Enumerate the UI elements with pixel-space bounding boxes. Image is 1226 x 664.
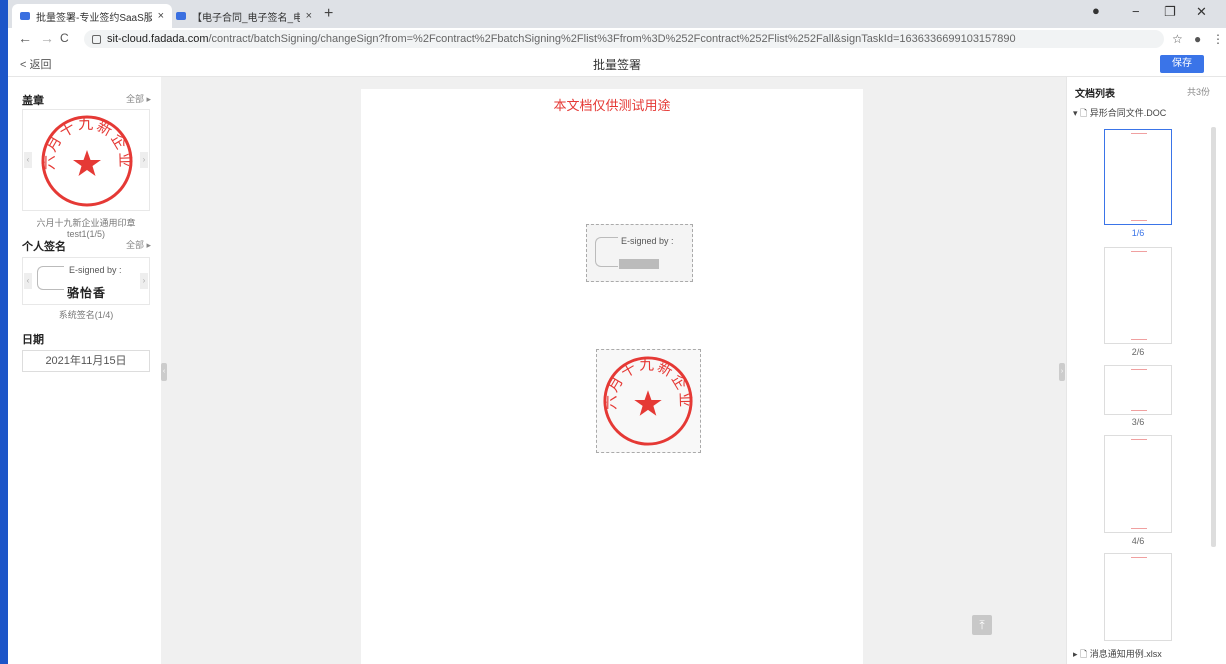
test-watermark: 本文档仅供测试用途: [553, 98, 671, 113]
scroll-to-top-button[interactable]: ⤒: [972, 615, 992, 635]
date-section-title: 日期: [22, 334, 44, 346]
document-list-panel: 文档列表 共3份 ▾ 🗋 异形合同文件.DOC 1/6 2/6 3/6 4/6 …: [1066, 77, 1226, 664]
seal-card[interactable]: ‹ › 六月十九新企业: [22, 109, 150, 211]
document-count: 共3份: [1187, 87, 1211, 97]
signature-card[interactable]: ‹ › E-signed by : 骆怡香: [22, 257, 150, 305]
seal-caption: 六月十九新企业通用印章test1(1/5): [36, 218, 136, 239]
forward-arrow-icon[interactable]: →: [40, 30, 54, 46]
url-host: sit-cloud.fadada.com: [107, 33, 209, 45]
page-title: 批量签署: [592, 58, 641, 72]
page-thumbnail[interactable]: [1104, 365, 1172, 415]
close-tab-icon[interactable]: ×: [306, 10, 312, 22]
seal-all-link[interactable]: 全部 ▸: [126, 92, 151, 105]
signature-label: E-signed by :: [69, 265, 122, 275]
browser-tab-strip: 批量签署-专业签约SaaS服务平台 × 【电子合同_电子签名_电子印章】 × +…: [8, 0, 1226, 28]
prev-arrow-icon[interactable]: ‹: [24, 152, 32, 168]
lock-icon: [92, 34, 101, 44]
tab-title: 批量签署-专业签约SaaS服务平台: [36, 12, 152, 24]
menu-kebab-icon[interactable]: ⋮: [1212, 32, 1224, 46]
close-tab-icon[interactable]: ×: [158, 10, 164, 22]
minimize-button[interactable]: −: [1132, 4, 1140, 19]
signature-panel: 盖章 全部 ▸ ‹ › 六月十九新企业 六月十九新企业通用印章test1(1/5…: [8, 77, 161, 664]
prev-arrow-icon[interactable]: ‹: [24, 273, 32, 289]
close-window-button[interactable]: ✕: [1196, 4, 1207, 20]
document-viewer: ‹ › 本文档仅供测试用途 E-signed by : 六月十九新企业 ⤒: [161, 77, 1066, 664]
url-path: /contract/batchSigning/changeSign?from=%…: [208, 33, 1016, 45]
page-thumbnail[interactable]: [1104, 247, 1172, 344]
file-item-doc[interactable]: ▾ 🗋 异形合同文件.DOC: [1073, 106, 1166, 122]
tab-e-contract[interactable]: 【电子合同_电子签名_电子印章】 ×: [168, 4, 320, 28]
tab-title: 【电子合同_电子签名_电子印章】: [192, 12, 300, 24]
app-header: < 返回 批量签署 保存: [8, 50, 1226, 77]
blurred-name: [619, 259, 659, 269]
signature-bracket: [37, 266, 64, 290]
favicon-icon: [176, 12, 186, 20]
reload-icon[interactable]: C: [60, 31, 69, 45]
back-arrow-icon[interactable]: ←: [18, 30, 32, 46]
page-thumbnail[interactable]: [1104, 129, 1172, 225]
file-item-xlsx[interactable]: ▸ 🗋 消息通知用例.xlsx: [1073, 647, 1162, 663]
tab-batch-sign[interactable]: 批量签署-专业签约SaaS服务平台 ×: [12, 4, 172, 28]
window-edge: [0, 0, 8, 664]
placed-seal[interactable]: 六月十九新企业: [596, 349, 701, 453]
signature-all-link[interactable]: 全部 ▸: [126, 238, 151, 251]
profile-dot-icon[interactable]: ●: [1092, 3, 1100, 18]
signature-bracket: [595, 237, 618, 267]
signature-name: 骆怡香: [67, 286, 107, 300]
new-tab-button[interactable]: +: [324, 5, 333, 23]
page-thumbnail[interactable]: [1104, 435, 1172, 533]
address-bar-row: ← → C sit-cloud.fadada.com/contract/batc…: [8, 28, 1226, 50]
company-seal-icon: 六月十九新企业: [41, 115, 133, 207]
next-arrow-icon[interactable]: ›: [140, 152, 148, 168]
document-page[interactable]: 本文档仅供测试用途 E-signed by : 六月十九新企业: [361, 89, 863, 664]
company-seal-icon: 六月十九新企业: [603, 356, 693, 446]
maximize-button[interactable]: ❐: [1164, 4, 1176, 20]
page-label: 1/6: [1131, 228, 1145, 238]
favicon-icon: [20, 12, 30, 20]
scrollbar[interactable]: [1211, 127, 1216, 547]
page-label: 4/6: [1131, 536, 1145, 546]
page-label: 3/6: [1131, 417, 1145, 427]
personal-sign-title: 个人签名: [22, 241, 66, 253]
page-label: 2/6: [1131, 347, 1145, 357]
page-thumbnail[interactable]: [1104, 553, 1172, 641]
account-icon[interactable]: ●: [1194, 32, 1201, 46]
url-bar[interactable]: sit-cloud.fadada.com/contract/batchSigni…: [84, 30, 1164, 48]
collapse-left-handle[interactable]: ‹: [161, 363, 167, 381]
collapse-right-handle[interactable]: ›: [1059, 363, 1065, 381]
save-button[interactable]: 保存: [1160, 55, 1204, 73]
seal-section-title: 盖章: [22, 95, 44, 107]
placed-signature[interactable]: E-signed by :: [586, 224, 693, 282]
signature-caption: 系统签名(1/4): [58, 310, 114, 320]
date-stamp[interactable]: 2021年11月15日: [22, 350, 150, 372]
placed-signature-label: E-signed by :: [621, 236, 674, 246]
bookmark-star-icon[interactable]: ☆: [1172, 32, 1183, 46]
next-arrow-icon[interactable]: ›: [140, 273, 148, 289]
document-list-title: 文档列表: [1075, 89, 1115, 100]
